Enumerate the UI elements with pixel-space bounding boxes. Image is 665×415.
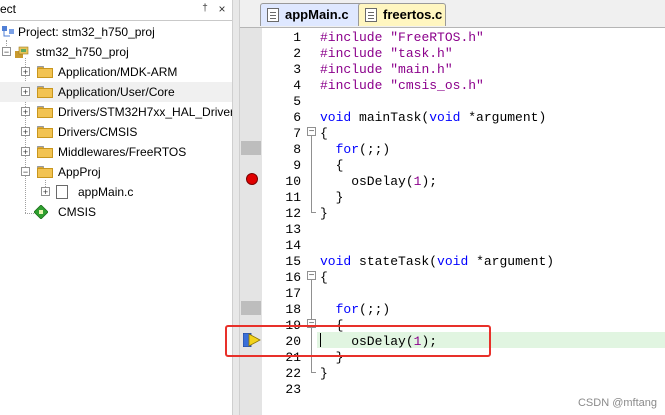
code-line[interactable]: osDelay(1); xyxy=(320,174,437,190)
line-number: 4 xyxy=(293,78,301,93)
code-line[interactable]: { xyxy=(320,158,344,174)
line-number: 9 xyxy=(293,158,301,173)
tree-item-folder[interactable]: + Drivers/STM32H7xx_HAL_Driver xyxy=(0,102,235,122)
editor-tab-bar: appMain.c freertos.c xyxy=(240,0,665,28)
tree-item-label: Application/MDK-ARM xyxy=(58,65,178,79)
project-panel-header: ect † × xyxy=(0,0,232,21)
line-number: 3 xyxy=(293,62,301,77)
tree-item-label: Middlewares/FreeRTOS xyxy=(58,145,187,159)
line-number: 10 xyxy=(285,174,301,189)
folder-icon xyxy=(37,106,53,118)
project-panel: ect † × Project: stm32_h750_proj − stm32… xyxy=(0,0,235,415)
target-icon xyxy=(15,46,29,58)
folder-icon xyxy=(37,86,53,98)
tab-freertos[interactable]: freertos.c xyxy=(358,3,446,26)
tree-item-label: AppProj xyxy=(58,165,101,179)
tab-label: freertos.c xyxy=(383,7,443,22)
tree-item-target[interactable]: − stm32_h750_proj xyxy=(0,42,232,62)
line-number: 6 xyxy=(293,110,301,125)
gutter-marker xyxy=(241,141,261,155)
tree-item-folder[interactable]: + Application/MDK-ARM xyxy=(0,62,232,82)
code-line[interactable]: #include "main.h" xyxy=(320,62,453,78)
folder-icon xyxy=(37,146,53,158)
fold-end xyxy=(311,372,316,373)
code-line[interactable]: for(;;) xyxy=(320,142,391,158)
expand-icon[interactable]: + xyxy=(21,67,30,77)
line-number: 1 xyxy=(293,30,301,45)
code-line[interactable]: } xyxy=(320,206,328,222)
folder-icon xyxy=(37,166,53,178)
expand-icon[interactable]: + xyxy=(41,187,50,197)
code-line[interactable]: { xyxy=(320,126,328,142)
tree-item-folder[interactable]: + Drivers/CMSIS xyxy=(0,122,232,142)
line-number: 2 xyxy=(293,46,301,61)
watermark: CSDN @mftang xyxy=(577,397,657,409)
collapse-icon[interactable]: − xyxy=(21,167,30,177)
code-line[interactable]: } xyxy=(320,366,328,382)
tree-item-label: appMain.c xyxy=(78,185,134,199)
file-icon xyxy=(267,8,279,22)
code-line[interactable]: void stateTask(void *argument) xyxy=(320,254,554,270)
expand-icon[interactable]: + xyxy=(21,107,30,117)
tree-item-folder[interactable]: + Application/User/Core xyxy=(0,82,232,102)
tree-item-folder[interactable]: − AppProj xyxy=(0,162,232,182)
line-number: 5 xyxy=(293,94,301,109)
annotation-highlight-box xyxy=(225,325,491,357)
line-number: 18 xyxy=(285,302,301,317)
tree-item-label: CMSIS xyxy=(58,205,97,219)
tab-label: appMain.c xyxy=(285,7,349,22)
file-icon xyxy=(56,185,68,199)
tree-item-label: Application/User/Core xyxy=(58,85,175,99)
line-number: 14 xyxy=(285,238,301,253)
file-icon xyxy=(365,8,377,22)
fold-collapse-icon[interactable]: − xyxy=(307,271,316,281)
tree-item-component[interactable]: CMSIS xyxy=(0,202,232,222)
tree-item-file[interactable]: + appMain.c xyxy=(0,182,232,202)
code-line[interactable]: for(;;) xyxy=(320,302,391,318)
breakpoint-icon[interactable] xyxy=(246,173,258,185)
tree-item-label: Drivers/STM32H7xx_HAL_Driver xyxy=(58,105,235,119)
expand-icon[interactable]: + xyxy=(21,147,30,157)
tree-item-label: Project: stm32_h750_proj xyxy=(18,25,155,39)
project-icon xyxy=(2,26,14,37)
code-line[interactable]: void mainTask(void *argument) xyxy=(320,110,546,126)
line-number: 23 xyxy=(285,382,301,397)
fold-line xyxy=(311,136,312,212)
folder-icon xyxy=(37,66,53,78)
code-line[interactable]: #include "FreeRTOS.h" xyxy=(320,30,484,46)
line-number: 8 xyxy=(293,142,301,157)
tree-item-label: stm32_h750_proj xyxy=(36,45,129,59)
line-number: 16 xyxy=(285,270,301,285)
line-number: 22 xyxy=(285,366,301,381)
tab-appmain[interactable]: appMain.c xyxy=(260,3,364,26)
line-number: 13 xyxy=(285,222,301,237)
pin-icon[interactable]: † xyxy=(198,2,212,16)
tree-item-folder[interactable]: + Middlewares/FreeRTOS xyxy=(0,142,232,162)
tree-item-label: Drivers/CMSIS xyxy=(58,125,138,139)
folder-icon xyxy=(37,126,53,138)
gutter-marker xyxy=(241,301,261,315)
collapse-icon[interactable]: − xyxy=(2,47,11,57)
tree-item-project[interactable]: Project: stm32_h750_proj xyxy=(0,22,232,42)
project-panel-title: ect xyxy=(0,2,17,16)
line-number: 17 xyxy=(285,286,301,301)
expand-icon[interactable]: + xyxy=(21,87,30,97)
code-line[interactable]: #include "task.h" xyxy=(320,46,453,62)
code-line[interactable]: { xyxy=(320,270,328,286)
line-number: 11 xyxy=(285,190,301,205)
fold-collapse-icon[interactable]: − xyxy=(307,127,316,137)
expand-icon[interactable]: + xyxy=(21,127,30,137)
cmsis-component-icon xyxy=(34,205,48,219)
fold-end xyxy=(311,212,316,213)
code-line[interactable]: #include "cmsis_os.h" xyxy=(320,78,484,94)
line-number: 15 xyxy=(285,254,301,269)
line-number: 12 xyxy=(285,206,301,221)
close-icon[interactable]: × xyxy=(215,2,229,16)
line-number: 7 xyxy=(293,126,301,141)
code-line[interactable]: } xyxy=(320,190,344,206)
